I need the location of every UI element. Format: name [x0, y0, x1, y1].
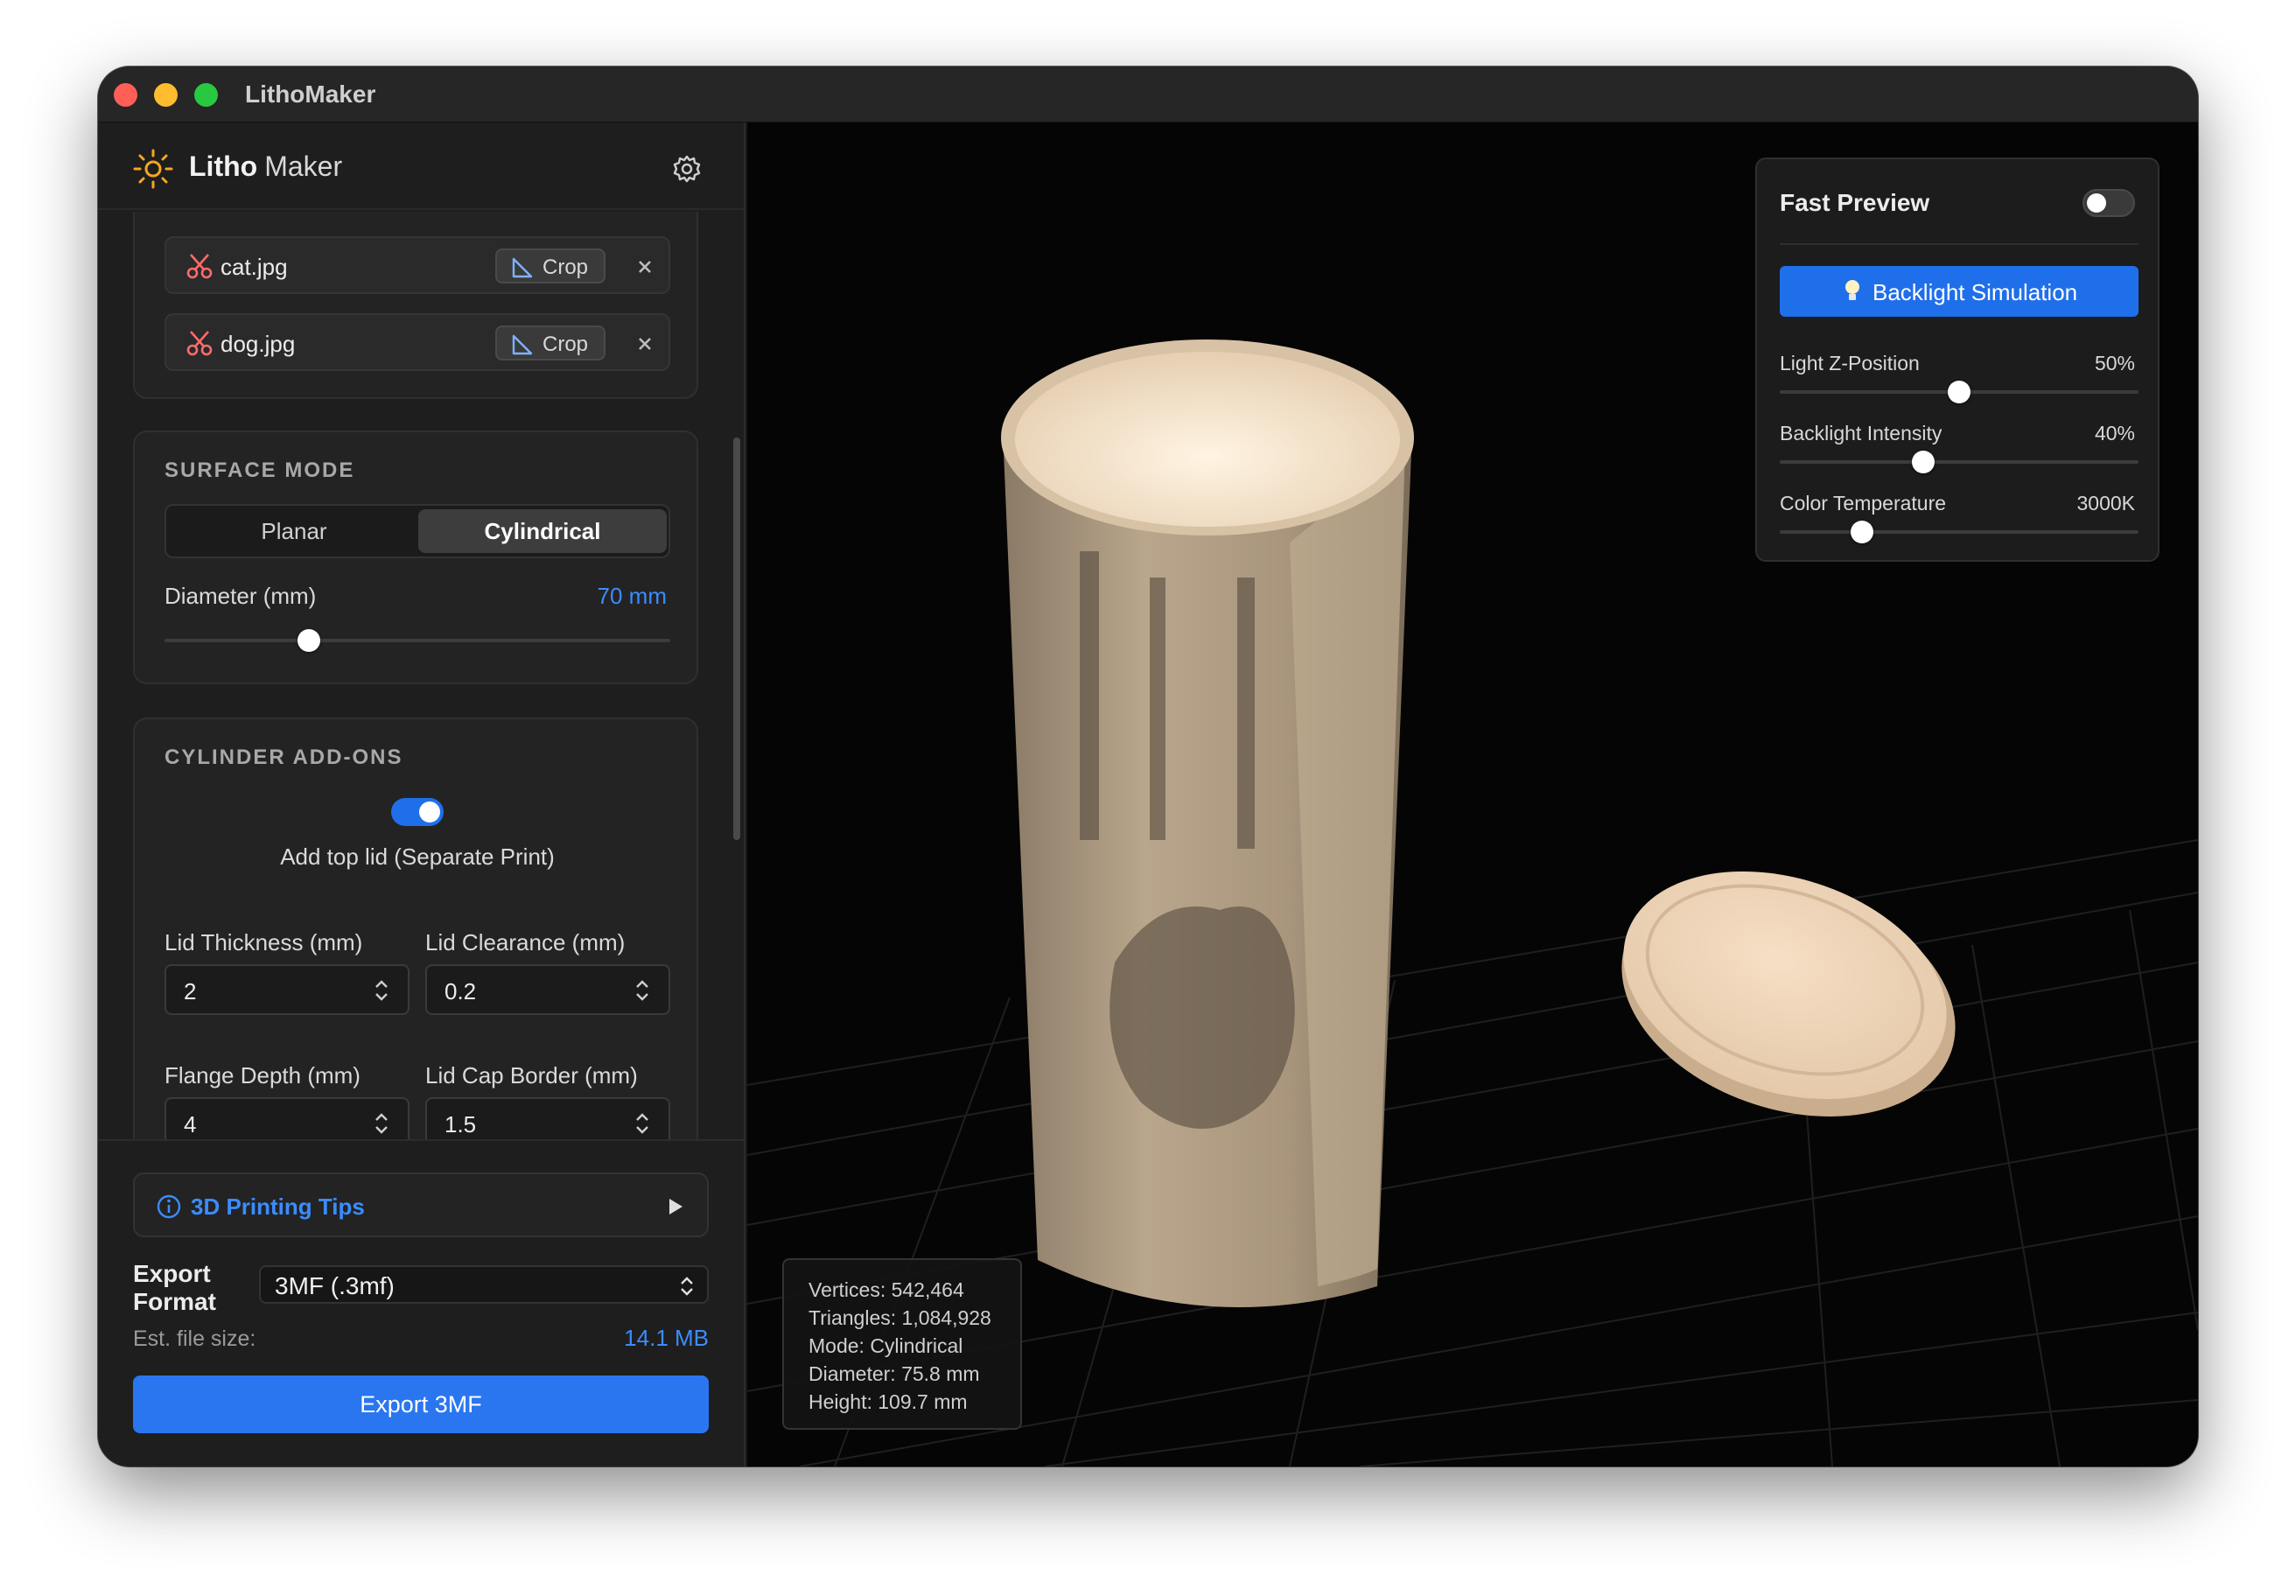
window-title: LithoMaker [245, 80, 376, 108]
scissors-icon [186, 331, 213, 356]
info-icon [157, 1194, 181, 1219]
printing-tips-label: 3D Printing Tips [191, 1194, 365, 1220]
lid-cap-border-label: Lid Cap Border (mm) [425, 1062, 638, 1088]
color-temperature-label: Color Temperature [1780, 492, 1947, 514]
lid-toggle[interactable] [391, 798, 444, 826]
section-title: CYLINDER ADD-ONS [164, 746, 403, 769]
chevron-up-down-icon[interactable] [373, 976, 390, 1004]
stat-diameter: Diameter: 75.8 mm [808, 1362, 980, 1385]
backlight-intensity-label: Backlight Intensity [1780, 422, 1942, 444]
app-window: LithoMaker Litho Maker cat.jpg Crop dog.… [98, 66, 2198, 1466]
ruler-icon [512, 334, 533, 355]
sidebar-scroll-area[interactable]: cat.jpg Crop dog.jpg Crop SURFACE MODE P… [98, 212, 744, 1139]
est-file-size-label: Est. file size: [133, 1326, 256, 1351]
crop-label: Crop [542, 256, 589, 279]
file-row-dog: dog.jpg Crop [164, 313, 670, 371]
color-temperature-value: 3000K [2076, 492, 2135, 514]
file-name: cat.jpg [220, 254, 288, 280]
fast-preview-label: Fast Preview [1780, 189, 1930, 216]
brand-secondary: Maker [264, 150, 343, 182]
lid-clearance-stepper[interactable]: 0.2 [425, 964, 670, 1015]
minimize-window-button[interactable] [154, 83, 178, 107]
fast-preview-toggle[interactable] [2082, 189, 2135, 217]
segment-cylindrical[interactable]: Cylindrical [418, 509, 667, 553]
close-window-button[interactable] [114, 83, 137, 107]
surface-mode-card: SURFACE MODE Planar Cylindrical Diameter… [133, 430, 698, 684]
export-format-label: Export Format [133, 1260, 216, 1315]
crop-button[interactable]: Crop [495, 326, 606, 360]
app-brand: Litho Maker [189, 150, 342, 183]
stat-vertices: Vertices: 542,464 [808, 1278, 964, 1301]
export-panel: 3D Printing Tips Export Format 3MF (.3mf… [98, 1139, 744, 1466]
divider [1780, 243, 2138, 245]
backlight-intensity-slider-track[interactable] [1780, 460, 2138, 464]
lightbulb-icon [1845, 280, 1859, 300]
stepper-value: 4 [184, 1111, 197, 1138]
backlight-simulation-button[interactable]: Backlight Simulation [1780, 266, 2138, 317]
lid-clearance-label: Lid Clearance (mm) [425, 929, 626, 956]
backlight-intensity-slider-thumb[interactable] [1912, 451, 1935, 473]
lid-cap-border-stepper[interactable]: 1.5 [425, 1097, 670, 1139]
light-z-slider-thumb[interactable] [1948, 381, 1970, 403]
images-card: cat.jpg Crop dog.jpg Crop [133, 212, 698, 399]
backlight-simulation-label: Backlight Simulation [1872, 279, 2078, 305]
diameter-value: 70 mm [597, 583, 667, 609]
lid-toggle-label: Add top lid (Separate Print) [280, 844, 555, 870]
color-temperature-slider-track[interactable] [1780, 530, 2138, 534]
gear-icon[interactable] [672, 154, 702, 184]
light-z-label: Light Z-Position [1780, 352, 1920, 374]
sidebar: Litho Maker cat.jpg Crop dog.jpg Crop SU… [98, 122, 746, 1466]
sidebar-header: Litho Maker [98, 122, 744, 210]
est-file-size-value: 14.1 MB [624, 1325, 709, 1351]
segment-planar[interactable]: Planar [170, 509, 418, 553]
3d-viewport[interactable]: Vertices: 542,464 Triangles: 1,084,928 M… [747, 122, 2198, 1466]
diameter-label: Diameter (mm) [164, 583, 317, 609]
chevron-up-down-icon[interactable] [373, 1110, 390, 1138]
ruler-icon [512, 257, 533, 278]
flange-depth-stepper[interactable]: 4 [164, 1097, 410, 1139]
file-name: dog.jpg [220, 331, 296, 357]
scissors-icon [186, 254, 213, 279]
export-format-value: 3MF (.3mf) [275, 1272, 395, 1299]
brand-primary: Litho [189, 150, 258, 182]
chevron-up-down-icon[interactable] [634, 976, 651, 1004]
lid-thickness-stepper[interactable]: 2 [164, 964, 410, 1015]
export-button[interactable]: Export 3MF [133, 1376, 709, 1433]
stepper-value: 0.2 [444, 978, 477, 1004]
stepper-value: 2 [184, 978, 197, 1004]
stepper-value: 1.5 [444, 1111, 477, 1138]
stat-triangles: Triangles: 1,084,928 [808, 1306, 991, 1329]
play-icon [669, 1199, 682, 1214]
sun-icon [133, 149, 173, 189]
flange-depth-label: Flange Depth (mm) [164, 1062, 360, 1088]
section-title: SURFACE MODE [164, 458, 355, 482]
export-format-select[interactable]: 3MF (.3mf) [259, 1265, 709, 1304]
chevron-up-down-icon [681, 1277, 693, 1296]
backlight-intensity-value: 40% [2094, 422, 2135, 444]
stat-height: Height: 109.7 mm [808, 1390, 968, 1413]
crop-button[interactable]: Crop [495, 248, 606, 284]
lid-thickness-label: Lid Thickness (mm) [164, 929, 363, 956]
file-row-cat: cat.jpg Crop [164, 236, 670, 294]
crop-label: Crop [542, 332, 589, 356]
diameter-slider-thumb[interactable] [297, 629, 320, 652]
sidebar-scrollbar[interactable] [733, 438, 740, 840]
title-bar: LithoMaker [98, 66, 2198, 122]
mesh-stats-overlay: Vertices: 542,464 Triangles: 1,084,928 M… [782, 1258, 1022, 1430]
printing-tips-disclosure[interactable]: 3D Printing Tips [133, 1172, 709, 1237]
stat-mode: Mode: Cylindrical [808, 1334, 963, 1357]
cylinder-addons-card: CYLINDER ADD-ONS Add top lid (Separate P… [133, 718, 698, 1139]
preview-settings-panel: Fast Preview Backlight Simulation Light … [1755, 158, 2160, 562]
close-icon[interactable] [632, 254, 658, 280]
color-temperature-slider-thumb[interactable] [1851, 521, 1874, 543]
surface-mode-segmented: Planar Cylindrical [164, 504, 670, 558]
lid-model [1621, 871, 1956, 1116]
close-icon[interactable] [632, 331, 658, 357]
cylinder-model [1001, 340, 1414, 1307]
zoom-window-button[interactable] [194, 83, 218, 107]
chevron-up-down-icon[interactable] [634, 1110, 651, 1138]
diameter-slider-track[interactable] [164, 639, 670, 642]
light-z-value: 50% [2094, 352, 2135, 374]
